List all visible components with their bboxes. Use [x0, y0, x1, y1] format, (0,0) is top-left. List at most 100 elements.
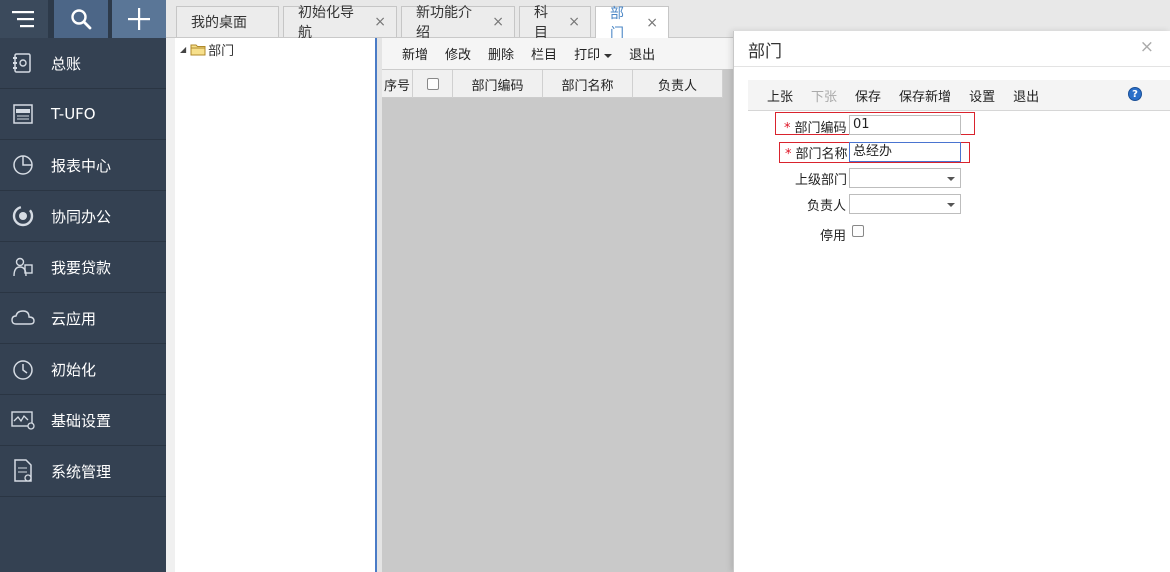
tab-label: 初始化导航 — [298, 5, 354, 41]
close-icon[interactable]: × — [646, 15, 658, 31]
department-tree: ◢ 部门 — [166, 38, 375, 572]
col-header-code[interactable]: 部门编码 — [453, 70, 543, 98]
loan-icon — [11, 255, 35, 279]
pie-chart-icon — [11, 153, 35, 177]
sidebar-item-ledger[interactable]: 总账 — [0, 38, 166, 89]
settings-monitor-icon — [11, 408, 35, 432]
tree-node-label: 部门 — [208, 44, 235, 59]
save-button[interactable]: 保存 — [855, 86, 881, 105]
columns-button[interactable]: 栏目 — [531, 44, 557, 63]
grid-toolbar: 新增 修改 删除 栏目 打印 退出 — [382, 38, 733, 69]
tab-init-nav[interactable]: 初始化导航 × — [283, 5, 397, 41]
folder-icon — [190, 44, 206, 56]
delete-button[interactable]: 删除 — [488, 44, 514, 63]
close-icon[interactable]: × — [1140, 37, 1154, 57]
department-code-input[interactable]: 01 — [849, 115, 961, 135]
new-button[interactable]: 新增 — [402, 44, 428, 63]
disabled-label: 停用 — [820, 229, 847, 244]
sidebar-item-label: 总账 — [51, 54, 82, 73]
exit-button[interactable]: 退出 — [629, 44, 655, 63]
tab-new-features[interactable]: 新功能介绍 × — [401, 5, 515, 41]
tab-subjects[interactable]: 科目 × — [519, 5, 591, 41]
manager-label: 负责人 — [807, 199, 847, 214]
required-mark: * — [784, 121, 791, 136]
tab-label: 我的桌面 — [191, 15, 247, 31]
name-label-text: 部门名称 — [795, 147, 848, 162]
col-header-select[interactable] — [413, 70, 453, 98]
sidebar-item-label: 系统管理 — [51, 462, 112, 481]
col-header-index: 序号 — [382, 70, 413, 98]
col-header-manager[interactable]: 负责人 — [633, 70, 723, 98]
search-icon — [71, 9, 92, 30]
sidebar-item-reports[interactable]: 报表中心 — [0, 140, 166, 191]
cloud-icon — [11, 306, 35, 330]
next-button: 下张 — [811, 89, 838, 105]
select-all-checkbox[interactable] — [426, 78, 439, 90]
code-label-text: 部门编码 — [794, 121, 847, 136]
department-name-input[interactable]: 总经办 — [849, 142, 961, 162]
department-dialog: 部门 × 上张 下张 保存 保存新增 设置 退出 ? * 部门编码 01 * 部门名… — [733, 31, 1170, 572]
grid-header: 序号 部门编码 部门名称 负责人 — [382, 69, 723, 98]
sidebar-item-label: 云应用 — [51, 309, 97, 328]
parent-label: 上级部门 — [795, 173, 848, 188]
tab-desktop[interactable]: 我的桌面 — [176, 6, 279, 37]
sidebar-item-init[interactable]: 初始化 — [0, 344, 166, 395]
dialog-title: 部门 — [748, 42, 782, 62]
sidebar-item-loan[interactable]: 我要贷款 — [0, 242, 166, 293]
close-icon[interactable]: × — [568, 14, 580, 30]
menu-button[interactable] — [0, 0, 48, 38]
disabled-checkbox[interactable] — [852, 225, 864, 237]
department-grid-panel: 新增 修改 删除 栏目 打印 退出 序号 部门编码 部门名称 负责人 — [382, 38, 733, 572]
clock-icon — [11, 357, 35, 381]
settings-button[interactable]: 设置 — [969, 86, 995, 105]
code-label: * 部门编码 — [784, 117, 847, 136]
ledger-icon — [11, 51, 35, 75]
save-new-button[interactable]: 保存新增 — [899, 86, 951, 105]
sidebar-item-label: 协同办公 — [51, 207, 112, 226]
document-gear-icon — [11, 459, 35, 483]
tree-expand-icon[interactable]: ◢ — [180, 45, 186, 54]
required-mark: * — [785, 147, 792, 162]
sidebar-item-system[interactable]: 系统管理 — [0, 446, 166, 497]
sidebar-item-basic-settings[interactable]: 基础设置 — [0, 395, 166, 446]
search-button[interactable] — [54, 0, 108, 38]
plus-icon — [128, 8, 150, 30]
tab-bar: 我的桌面 初始化导航 × 新功能介绍 × 科目 × 部门 × — [176, 5, 673, 42]
tab-label: 部门 — [610, 5, 624, 42]
print-label: 打印 — [574, 48, 601, 63]
caret-down-icon — [604, 53, 613, 58]
add-button[interactable] — [112, 0, 166, 38]
exit-button[interactable]: 退出 — [1013, 86, 1039, 105]
close-icon[interactable]: × — [374, 14, 386, 30]
chevron-down-icon — [947, 203, 955, 207]
tree-node-root[interactable]: ◢ 部门 — [180, 40, 234, 59]
parent-department-select[interactable] — [849, 168, 961, 188]
splitter[interactable] — [375, 38, 382, 572]
tufo-icon — [11, 102, 35, 126]
print-button[interactable]: 打印 — [574, 44, 613, 63]
manager-select[interactable] — [849, 194, 961, 214]
sidebar-item-label: 报表中心 — [51, 156, 112, 175]
tab-label: 新功能介绍 — [416, 5, 472, 41]
sidebar-item-tufo[interactable]: T-UFO — [0, 89, 166, 140]
sidebar-item-collab[interactable]: 协同办公 — [0, 191, 166, 242]
tab-label: 科目 — [534, 5, 548, 41]
prev-button[interactable]: 上张 — [767, 86, 793, 105]
tab-department[interactable]: 部门 × — [595, 6, 669, 42]
collaboration-icon — [11, 204, 35, 228]
sidebar: 总账 T-UFO 报表中心 协同办公 我要贷款 云应用 初始化 基础设置 系统管… — [0, 38, 166, 572]
help-icon[interactable]: ? — [1128, 87, 1142, 101]
edit-button[interactable]: 修改 — [445, 44, 471, 63]
name-label: * 部门名称 — [785, 143, 848, 162]
sidebar-item-label: T-UFO — [51, 105, 96, 123]
divider — [734, 66, 1170, 67]
chevron-down-icon — [947, 177, 955, 181]
menu-icon — [12, 11, 34, 28]
sidebar-item-label: 基础设置 — [51, 411, 112, 430]
sidebar-item-label: 我要贷款 — [51, 258, 112, 277]
close-icon[interactable]: × — [492, 14, 504, 30]
sidebar-item-cloud[interactable]: 云应用 — [0, 293, 166, 344]
dialog-toolbar: 上张 下张 保存 保存新增 设置 退出 ? — [748, 80, 1170, 111]
col-header-name[interactable]: 部门名称 — [543, 70, 633, 98]
sidebar-item-label: 初始化 — [51, 360, 97, 379]
